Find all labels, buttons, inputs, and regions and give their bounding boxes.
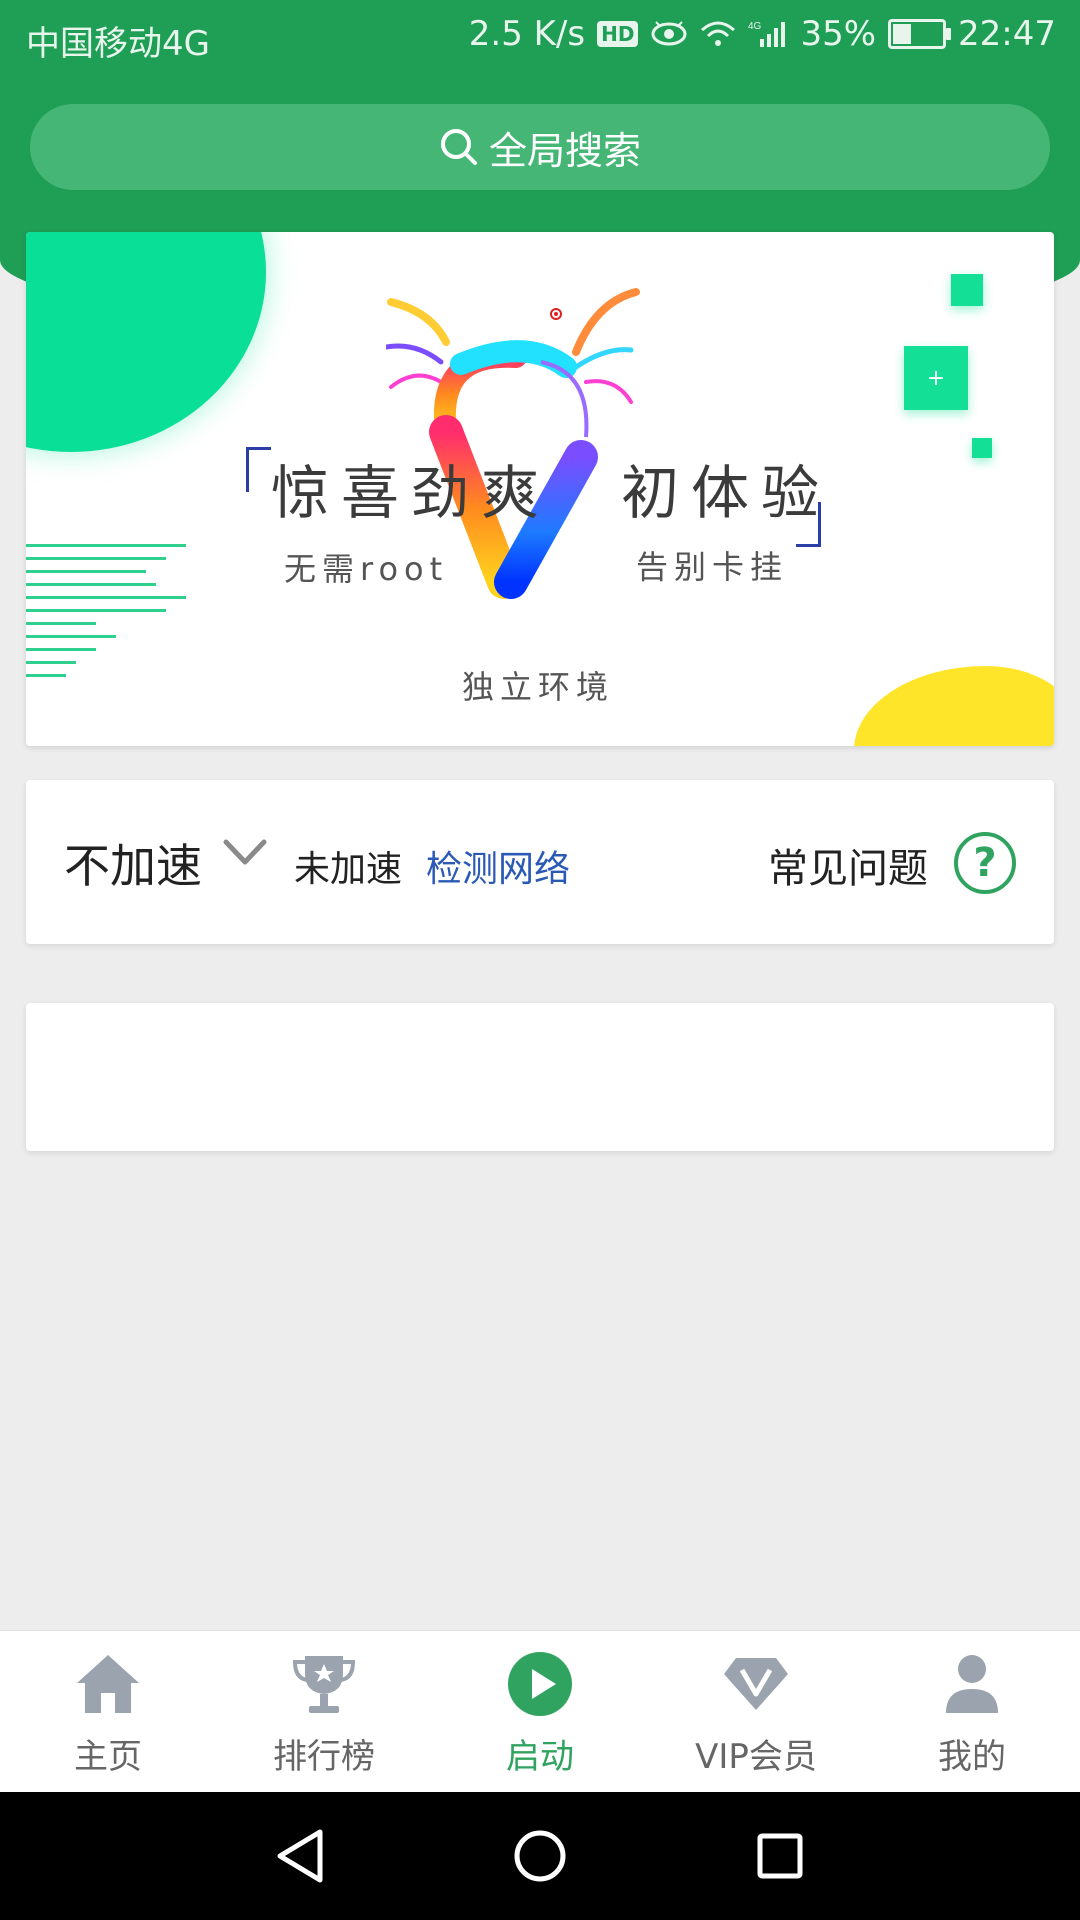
banner-square-tiny [972,438,992,458]
battery-percent: 35% [800,14,877,54]
nav-vip[interactable]: VIP会员 [648,1631,864,1793]
signal-icon: 4G [748,21,786,47]
play-icon [508,1652,572,1716]
help-icon[interactable]: ? [954,832,1016,894]
banner-plus-square: + [904,346,968,410]
banner-sub-bottom: 独立环境 [462,668,615,706]
nav-ranking-label: 排行榜 [273,1737,375,1777]
bottom-nav: 主页 排行榜 启动 VIP会员 我的 [0,1630,1080,1793]
promo-banner[interactable]: + 惊喜劲爽 初体验 无需root 告别卡挂 独立环境 [26,232,1054,746]
carrier-label: 中国移动4G [26,24,210,64]
nav-launch-label: 启动 [506,1737,574,1777]
banner-stripes [26,544,196,714]
help-glyph: ? [973,840,997,886]
accel-mode-select[interactable]: 不加速 [64,830,202,896]
user-icon [946,1655,998,1713]
nav-home-label: 主页 [74,1737,142,1777]
nav-launch[interactable]: 启动 [432,1631,648,1793]
clock: 22:47 [958,14,1056,54]
trophy-icon [293,1656,355,1713]
nav-home[interactable]: 主页 [0,1631,216,1793]
chevron-down-icon[interactable] [222,836,268,870]
banner-square-small [951,274,983,306]
wifi-icon [701,21,736,46]
battery-icon [888,19,952,49]
banner-green-circle [26,232,266,452]
search-icon [440,129,477,165]
banner-headline: 惊喜劲爽 初体验 [271,459,832,527]
banner-bracket-left [246,447,271,492]
home-button-icon[interactable] [512,1826,568,1886]
acceleration-card: 不加速 未加速 检测网络 常见问题 ? [26,780,1054,944]
global-search-bar[interactable]: 全局搜索 [30,104,1050,190]
system-nav-bar [0,1792,1080,1920]
status-bar-right: 2.5 K/s HD 4G 35% 22:47 [469,14,1056,54]
nav-mine[interactable]: 我的 [864,1631,1080,1793]
net-speed: 2.5 K/s [468,14,586,54]
banner-sub-left: 无需root [284,550,449,588]
back-icon[interactable] [272,1826,328,1886]
status-bar: 中国移动4G 2.5 K/s HD 4G 35% 22:47 [0,0,1080,75]
diamond-icon [724,1658,788,1710]
nav-mine-label: 我的 [938,1737,1006,1777]
home-icon [77,1655,139,1713]
plus-icon: + [926,365,946,391]
banner-yellow-shape [854,666,1054,746]
recents-icon[interactable] [752,1826,808,1886]
hd-badge: HD [597,21,639,47]
banner-sub-right: 告别卡挂 [636,548,789,586]
search-label: 全局搜索 [488,128,641,173]
nav-ranking[interactable]: 排行榜 [216,1631,432,1793]
nav-vip-label: VIP会员 [695,1737,817,1777]
eye-icon [651,21,687,46]
faq-link[interactable]: 常见问题 [768,836,928,894]
accel-state: 未加速 [294,849,403,890]
detect-network-link[interactable]: 检测网络 [426,840,570,892]
empty-content-card [26,1003,1054,1151]
network-type-label: 4G [748,21,762,32]
